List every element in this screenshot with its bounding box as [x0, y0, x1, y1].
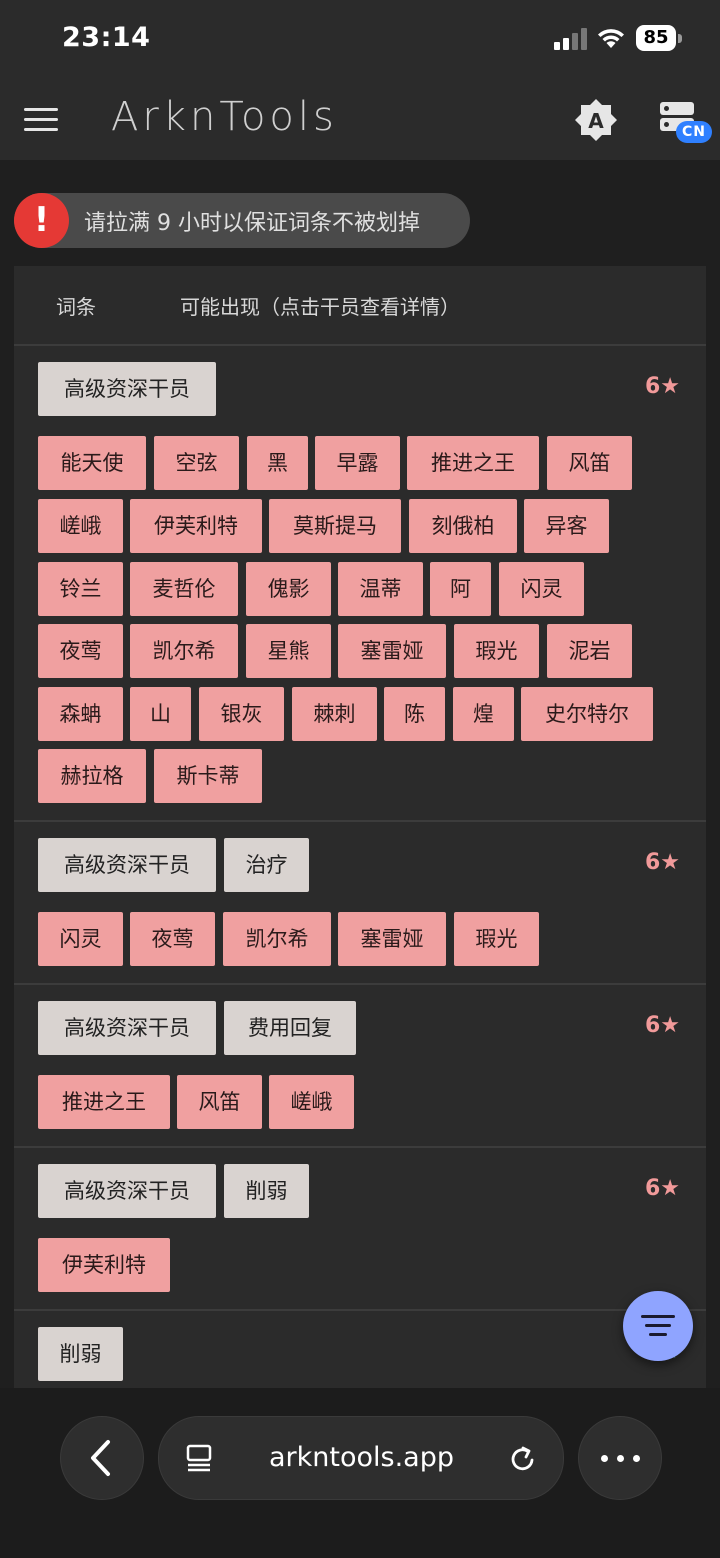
operator-chip[interactable]: 麦哲伦 — [130, 562, 238, 616]
operator-chip[interactable]: 阿 — [430, 562, 491, 616]
operator-chip[interactable]: 星熊 — [246, 624, 331, 678]
tag-chip[interactable]: 高级资深干员 — [38, 1164, 216, 1218]
table-row: 高级资深干员 6★ 能天使 空弦 黑 早露 推进之王 风笛 嵯峨 伊芙利特 莫斯… — [14, 346, 706, 822]
results-table: 词条 可能出现（点击干员查看详情） 高级资深干员 6★ 能天使 空弦 黑 早露 … — [14, 266, 706, 1388]
operator-chip[interactable]: 塞雷娅 — [338, 624, 446, 678]
tag-chip[interactable]: 费用回复 — [224, 1001, 356, 1055]
reload-icon[interactable] — [507, 1443, 539, 1475]
column-header-operators: 可能出现（点击干员查看详情） — [180, 295, 460, 319]
rarity-label: 6★ — [644, 1013, 680, 1038]
url-text: arkntools.app — [269, 1442, 454, 1473]
table-row: 高级资深干员 治疗 6★ 闪灵 夜莺 凯尔希 塞雷娅 瑕光 — [14, 822, 706, 985]
operator-chip[interactable]: 推进之王 — [38, 1075, 170, 1129]
filter-icon-mid — [645, 1324, 671, 1327]
address-bar[interactable]: arkntools.app — [158, 1416, 564, 1500]
rarity-label: 6★ — [644, 850, 680, 875]
operator-chip[interactable]: 凯尔希 — [223, 912, 331, 966]
svg-text:A: A — [588, 109, 604, 133]
operator-chip[interactable]: 瑕光 — [454, 624, 539, 678]
tag-chip[interactable]: 高级资深干员 — [38, 362, 216, 416]
more-options-button[interactable] — [578, 1416, 662, 1500]
cellular-signal-icon — [554, 28, 588, 50]
tag-chip[interactable]: 治疗 — [224, 838, 309, 892]
back-button[interactable] — [60, 1416, 144, 1500]
table-row: 高级资深干员 费用回复 6★ 推进之王 风笛 嵯峨 — [14, 985, 706, 1148]
operator-chip[interactable]: 森蚺 — [38, 687, 123, 741]
operator-chip[interactable]: 煌 — [453, 687, 514, 741]
app-title: ArknTools — [111, 94, 338, 140]
operator-chip[interactable]: 伊芙利特 — [38, 1238, 170, 1292]
operator-chip[interactable]: 夜莺 — [38, 624, 123, 678]
operator-chip[interactable]: 陈 — [384, 687, 445, 741]
more-dot — [617, 1455, 624, 1462]
operator-chip[interactable]: 风笛 — [177, 1075, 262, 1129]
rarity-label: 6★ — [644, 1176, 680, 1201]
filter-icon — [641, 1315, 675, 1318]
browser-toolbar: arkntools.app — [0, 1388, 720, 1558]
operator-chip[interactable]: 斯卡蒂 — [154, 749, 262, 803]
operator-chip[interactable]: 银灰 — [199, 687, 284, 741]
operator-chip[interactable]: 风笛 — [547, 436, 632, 490]
filter-icon-bottom — [649, 1333, 667, 1336]
page-menu-icon[interactable] — [185, 1443, 215, 1473]
operator-chip[interactable]: 刻俄柏 — [409, 499, 517, 553]
table-header: 词条 可能出现（点击干员查看详情） — [14, 266, 706, 346]
operator-chip[interactable]: 嵯峨 — [269, 1075, 354, 1129]
operator-chip[interactable]: 赫拉格 — [38, 749, 146, 803]
operator-chip[interactable]: 伊芙利特 — [130, 499, 262, 553]
operator-chip[interactable]: 塞雷娅 — [338, 912, 446, 966]
operator-chip[interactable]: 温蒂 — [338, 562, 423, 616]
operator-chip[interactable]: 史尔特尔 — [521, 687, 653, 741]
operator-chip[interactable]: 闪灵 — [38, 912, 123, 966]
operator-chip[interactable]: 嵯峨 — [38, 499, 123, 553]
more-dot — [633, 1455, 640, 1462]
operator-chip[interactable]: 棘刺 — [292, 687, 377, 741]
chevron-left-icon — [91, 1440, 110, 1476]
filter-sort-button[interactable] — [623, 1291, 693, 1361]
wifi-icon — [598, 29, 624, 48]
alert-text: 请拉满 9 小时以保证词条不被划掉 — [84, 211, 420, 236]
operator-chip[interactable]: 夜莺 — [130, 912, 215, 966]
operator-chip[interactable]: 山 — [130, 687, 191, 741]
operator-chip[interactable]: 铃兰 — [38, 562, 123, 616]
operator-chip[interactable]: 闪灵 — [499, 562, 584, 616]
table-row: 高级资深干员 削弱 6★ 伊芙利特 — [14, 1148, 706, 1311]
duration-warning-alert: ! 请拉满 9 小时以保证词条不被划掉 — [14, 193, 470, 248]
operator-chip[interactable]: 黑 — [247, 436, 308, 490]
operator-chip[interactable]: 早露 — [315, 436, 400, 490]
server-region-badge: CN — [676, 121, 712, 143]
operator-chip[interactable]: 异客 — [524, 499, 609, 553]
tag-chip[interactable]: 削弱 — [38, 1327, 123, 1381]
operator-chip[interactable]: 瑕光 — [454, 912, 539, 966]
operator-chip[interactable]: 推进之王 — [407, 436, 539, 490]
more-dot — [601, 1455, 608, 1462]
operator-chip[interactable]: 莫斯提马 — [269, 499, 401, 553]
tag-chip[interactable]: 高级资深干员 — [38, 1001, 216, 1055]
rarity-label: 6★ — [644, 374, 680, 399]
tag-chip[interactable]: 削弱 — [224, 1164, 309, 1218]
operator-chip[interactable]: 空弦 — [154, 436, 239, 490]
operator-chip[interactable]: 凯尔希 — [130, 624, 238, 678]
status-time: 23:14 — [62, 22, 151, 53]
battery-icon: 85 — [636, 25, 676, 51]
status-bar: 23:14 85 — [0, 0, 720, 80]
operator-chip[interactable]: 泥岩 — [547, 624, 632, 678]
operator-chip[interactable]: 能天使 — [38, 436, 146, 490]
battery-tip — [678, 34, 682, 43]
column-header-tags: 词条 — [56, 295, 96, 319]
table-row: 削弱 4★ — [14, 1311, 706, 1388]
app-bar: ArknTools A CN — [0, 80, 720, 160]
alert-icon: ! — [14, 193, 69, 248]
tag-chip[interactable]: 高级资深干员 — [38, 838, 216, 892]
operator-chip[interactable]: 傀影 — [246, 562, 331, 616]
menu-icon[interactable] — [24, 106, 60, 134]
theme-auto-icon[interactable]: A — [574, 98, 618, 142]
